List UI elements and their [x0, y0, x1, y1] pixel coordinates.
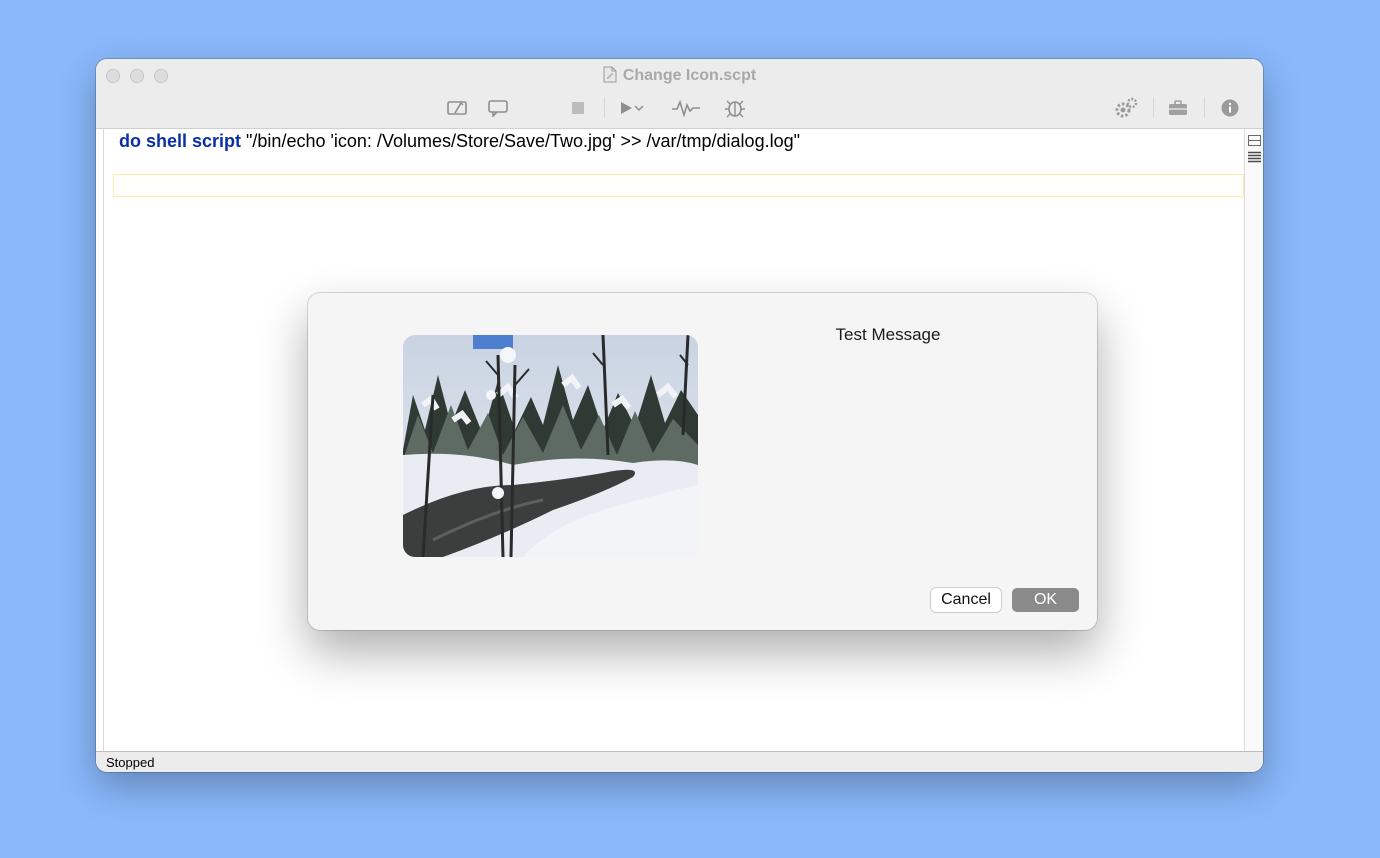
dialog-message: Test Message: [835, 325, 941, 344]
toolbar-separator: [1153, 97, 1154, 117]
dialog-box: Test Message Cancel OK: [308, 293, 1097, 630]
side-panel-strip: [1244, 129, 1263, 751]
window-title: Change Icon.scpt: [96, 66, 1263, 88]
cancel-button[interactable]: Cancel: [931, 588, 1001, 612]
ok-button[interactable]: OK: [1012, 588, 1079, 612]
briefcase-icon[interactable]: [1166, 97, 1190, 119]
editor-gutter: [103, 129, 104, 751]
stop-icon[interactable]: [566, 97, 590, 119]
comment-icon[interactable]: [486, 97, 510, 119]
bug-icon[interactable]: [723, 97, 747, 119]
status-text: Stopped: [106, 755, 155, 770]
list-view-icon[interactable]: [1248, 151, 1261, 169]
dialog-icon-image: [403, 335, 698, 557]
toolbar-separator: [1204, 97, 1205, 117]
gear-icon[interactable]: [1113, 97, 1139, 119]
toolbar-separator: [604, 97, 605, 117]
compile-icon[interactable]: [445, 97, 469, 119]
script-document-icon: [603, 66, 617, 88]
code-keyword: do shell script: [119, 131, 242, 151]
code-line[interactable]: do shell script "/bin/echo 'icon: /Volum…: [119, 131, 800, 152]
chevron-down-icon[interactable]: [632, 97, 646, 119]
split-view-icon[interactable]: [1248, 133, 1261, 151]
title-bar: Change Icon.scpt: [96, 59, 1263, 129]
window-title-text: Change Icon.scpt: [622, 67, 757, 84]
code-string: "/bin/echo 'icon: /Volumes/Store/Save/Tw…: [241, 131, 800, 151]
status-bar: Stopped: [96, 751, 1263, 772]
current-line-highlight: [113, 174, 1244, 197]
info-icon[interactable]: [1218, 97, 1242, 119]
waveform-icon[interactable]: [671, 97, 701, 119]
